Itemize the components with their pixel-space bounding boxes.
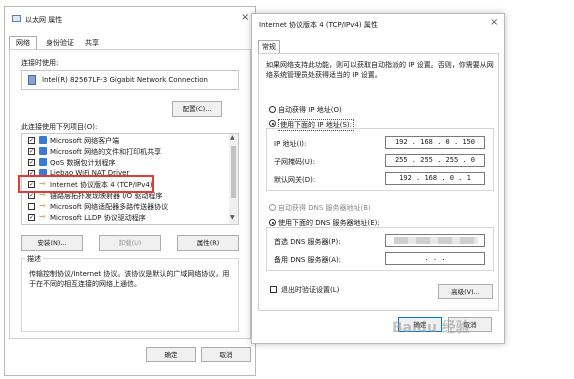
list-item[interactable]: ✓ Microsoft 网络客户端 [22, 135, 228, 146]
description-text: 传输控制协议/Internet 协议。该协议是默认的广域网络协议，用于在不同的相… [29, 270, 230, 288]
item-checkbox[interactable]: ✓ [28, 159, 35, 166]
manual-dns-radio[interactable] [269, 219, 276, 226]
item-label: QoS 数据包计划程序 [50, 159, 116, 167]
list-item[interactable]: ✓ ⊸ Microsoft LLDP 协议驱动程序 [22, 212, 228, 223]
auto-ip-radio[interactable] [269, 106, 276, 113]
item-checkbox[interactable]: ✓ [28, 137, 35, 144]
item-checkbox[interactable]: ✓ [28, 148, 35, 155]
client-icon [39, 136, 47, 144]
item-label: Microsoft 网络客户端 [50, 137, 120, 145]
adapter-icon [28, 75, 36, 85]
validate-checkbox[interactable] [270, 286, 277, 293]
preferred-dns-label: 首选 DNS 服务器(P): [274, 238, 341, 246]
auto-ip-label[interactable]: 自动获得 IP 地址(O) [278, 105, 342, 115]
ethernet-properties-dialog: 以太网 属性 × 网络 身份验证 共享 连接时使用: Intel(R) 8256… [4, 6, 256, 376]
qos-icon [39, 158, 47, 166]
properties-button[interactable]: 属性(R) [177, 235, 239, 251]
install-button[interactable]: 安装(N)... [21, 235, 83, 251]
scroll-up-icon[interactable]: ▲ [230, 134, 235, 141]
ipv4-properties-dialog: Internet 协议版本 4 (TCP/IPv4) 属性 × 常规 如果网络支… [251, 13, 505, 344]
cancel-button[interactable]: 取消 [201, 347, 251, 362]
ip-address-field[interactable]: 192 . 168 . 0 . 150 [385, 136, 485, 149]
tab-general[interactable]: 常规 [258, 40, 280, 53]
items-label: 此连接使用下列项目(O): [21, 123, 98, 131]
alternate-dns-label: 备用 DNS 服务器(A): [274, 256, 342, 264]
item-label: Microsoft LLDP 协议驱动程序 [50, 214, 146, 222]
item-checkbox[interactable] [28, 203, 35, 210]
connect-using-label: 连接时使用: [21, 59, 59, 67]
blurred-region [394, 237, 478, 244]
scroll-thumb[interactable] [231, 146, 236, 198]
list-scrollbar[interactable]: ▲ ▼ [229, 134, 238, 224]
share-icon [39, 147, 47, 155]
auto-dns-label: 自动获得 DNS 服务器地址(B) [278, 204, 371, 212]
watermark: Baidu 经验 [392, 320, 470, 336]
alternate-dns-field[interactable]: . . . [385, 252, 485, 265]
item-checkbox[interactable]: ✓ [28, 214, 35, 221]
protocol-icon: ⊸ [39, 201, 46, 210]
ok-button[interactable]: 确定 [146, 347, 196, 362]
network-icon [12, 15, 21, 22]
left-dialog-title: 以太网 属性 [25, 16, 63, 24]
gateway-label: 默认网关(D): [274, 176, 316, 184]
manual-ip-radio[interactable] [269, 120, 276, 127]
tab-sharing[interactable]: 共享 [81, 38, 103, 49]
gateway-field[interactable]: 192 . 168 . 0 . 1 [385, 172, 485, 185]
scroll-down-icon[interactable]: ▼ [230, 214, 235, 221]
advanced-button[interactable]: 高级(V)... [438, 284, 493, 299]
intro-text: 如果网络支持此功能，则可以获取自动指派的 IP 设置。否则，你需要从网络系统管理… [266, 61, 494, 79]
subnet-mask-field[interactable]: 255 . 255 . 255 . 0 [385, 154, 485, 167]
ip-address-label: IP 地址(I): [274, 140, 307, 148]
protocol-icon: ⊸ [39, 212, 46, 221]
highlight-box [18, 175, 154, 193]
close-icon[interactable]: × [241, 12, 249, 23]
item-label: Microsoft 网络的文件和打印机共享 [50, 148, 162, 156]
description-label: 描述 [25, 254, 43, 264]
adapter-name: Intel(R) 82567LF-3 Gigabit Network Conne… [42, 76, 208, 84]
auto-dns-radio [269, 204, 276, 211]
list-item[interactable]: ✓ Microsoft 网络的文件和打印机共享 [22, 146, 228, 157]
configure-button[interactable]: 配置(C)... [172, 101, 222, 117]
right-dialog-title: Internet 协议版本 4 (TCP/IPv4) 属性 [259, 21, 378, 29]
tab-network[interactable]: 网络 [9, 36, 37, 49]
preferred-dns-field[interactable] [385, 234, 485, 247]
list-item[interactable]: ✓ QoS 数据包计划程序 [22, 157, 228, 168]
tab-authentication[interactable]: 身份验证 [39, 38, 81, 49]
uninstall-button[interactable]: 卸载(U) [99, 235, 161, 251]
item-checkbox[interactable]: ✓ [28, 192, 35, 199]
adapter-box: Intel(R) 82567LF-3 Gigabit Network Conne… [21, 70, 239, 90]
close-icon[interactable]: × [490, 17, 498, 28]
subnet-mask-label: 子网掩码(U): [274, 158, 315, 166]
item-label: Microsoft 网络适配器多路传送器协议 [50, 203, 169, 211]
validate-label[interactable]: 退出时验证设置(L) [281, 285, 339, 295]
list-item[interactable]: ⊸ Microsoft 网络适配器多路传送器协议 [22, 201, 228, 212]
